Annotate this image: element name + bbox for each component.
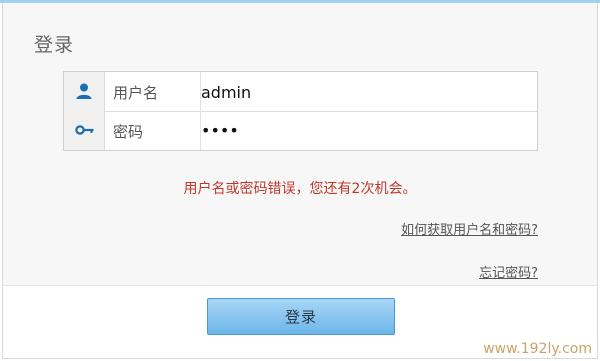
key-icon [64, 111, 105, 150]
password-row: 密码 •••• [64, 111, 537, 150]
username-input[interactable] [201, 72, 533, 113]
login-button[interactable]: 登录 [207, 298, 395, 335]
forgot-password-link[interactable]: 忘记密码? [479, 262, 538, 281]
username-row: 用户名 [64, 72, 537, 113]
get-credentials-link[interactable]: 如何获取用户名和密码? [401, 219, 538, 238]
password-input[interactable]: •••• [201, 111, 531, 150]
login-page: 登录 用户名 密码 •••• [0, 0, 600, 361]
error-message: 用户名或密码错误，您还有2次机会。 [183, 181, 417, 197]
password-label: 密码 [113, 123, 144, 141]
page-title: 登录 [34, 34, 75, 56]
username-label: 用户名 [113, 84, 159, 102]
login-form: 用户名 密码 •••• [63, 71, 538, 151]
watermark: www.192ly.com [483, 341, 592, 357]
user-icon [64, 72, 105, 111]
